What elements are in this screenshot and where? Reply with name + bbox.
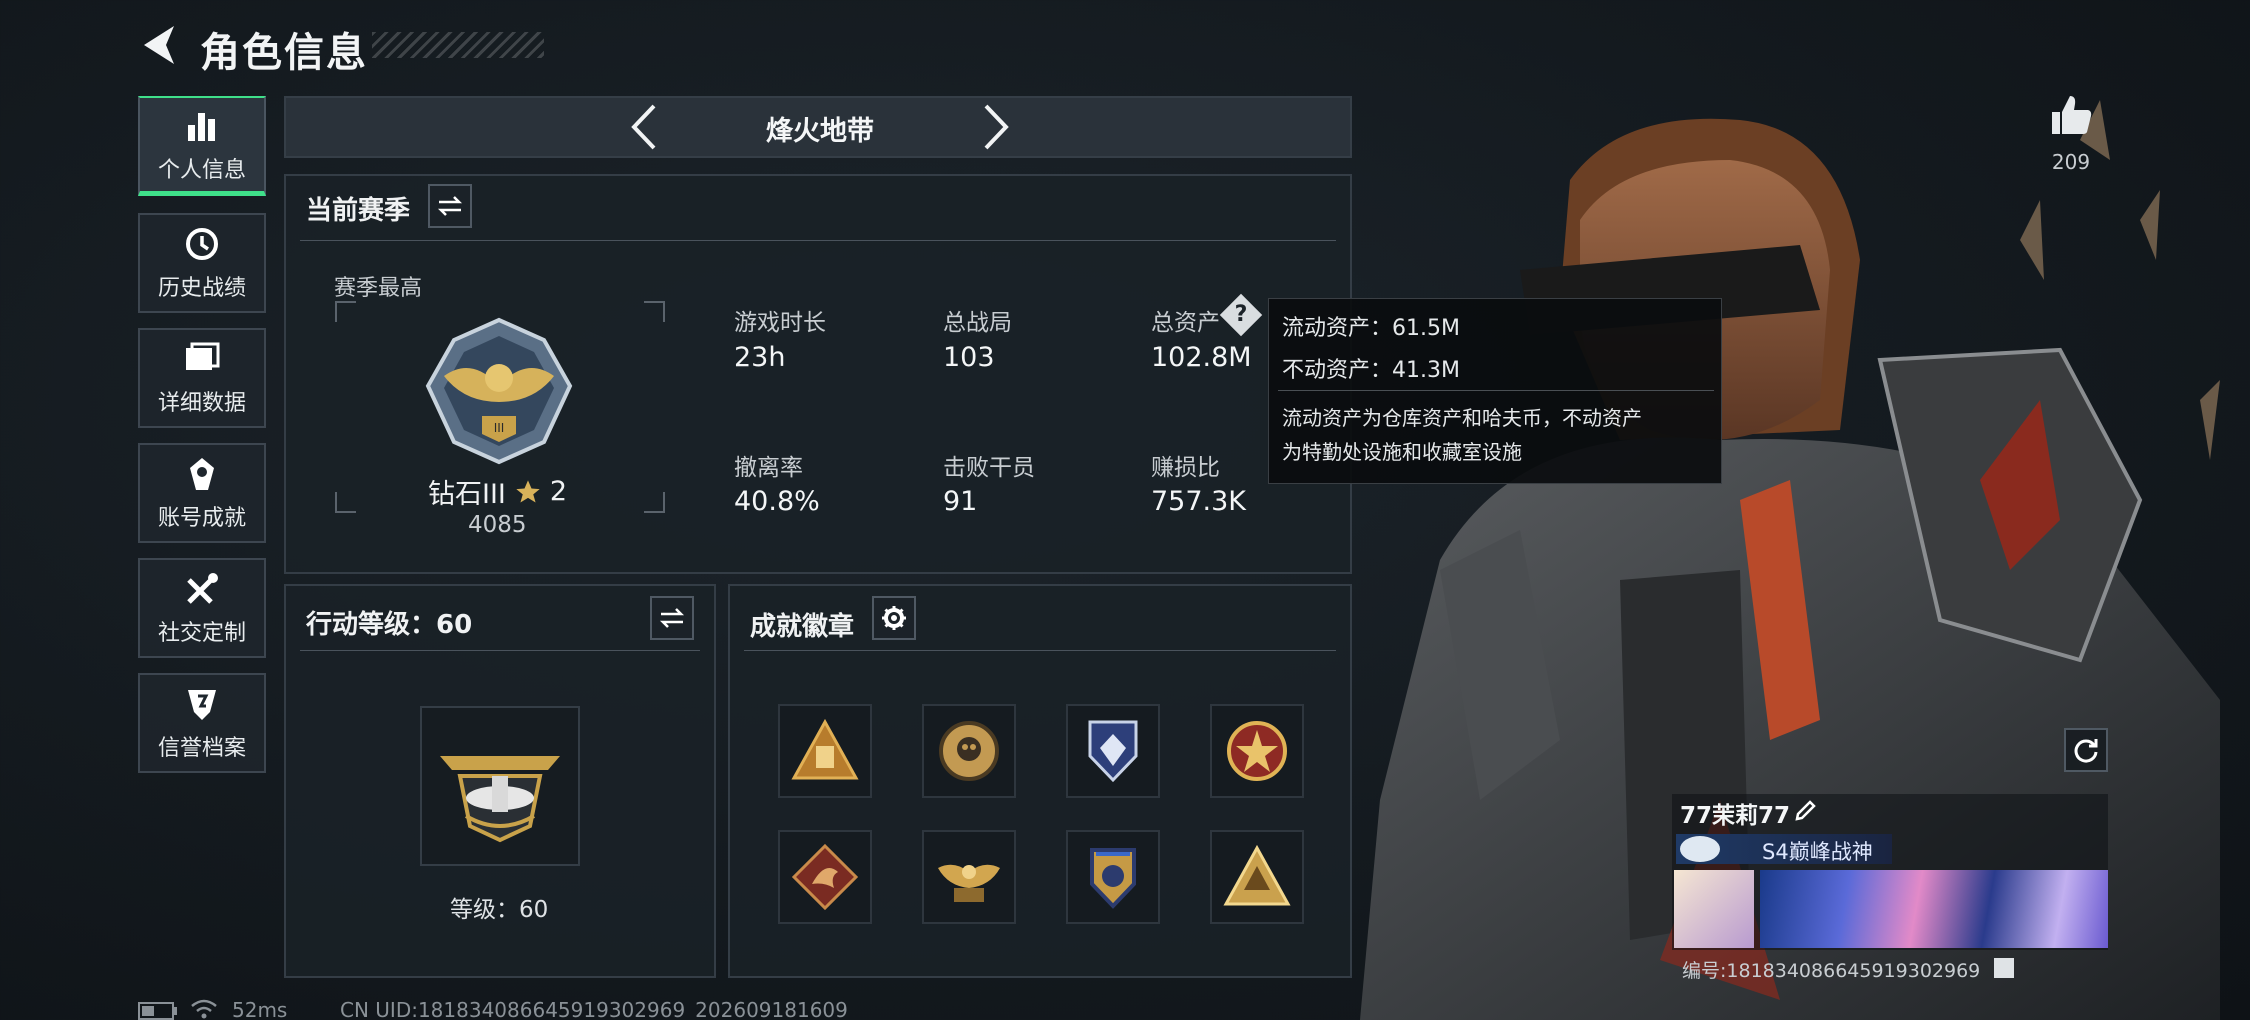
swap-icon — [659, 608, 685, 628]
stat-label-operators-defeated: 击败干员 — [943, 455, 1035, 481]
tooltip-divider — [1278, 390, 1714, 391]
achievement-badge[interactable] — [1210, 704, 1304, 798]
bar-chart-icon — [182, 106, 222, 146]
stat-label-extraction-rate: 撤离率 — [734, 455, 803, 481]
edit-icon[interactable] — [1794, 798, 1818, 822]
profile-banner[interactable] — [1760, 870, 2108, 948]
sidebar-item-label: 个人信息 — [157, 157, 246, 183]
achievements-settings-button[interactable] — [872, 596, 916, 640]
achievement-badge[interactable] — [922, 704, 1016, 798]
mode-tab-label: 烽火地带 — [766, 116, 874, 147]
sidebar-item-label: 信誉档案 — [157, 736, 246, 761]
season-title: 当前赛季 — [306, 196, 411, 226]
achievement-badge[interactable] — [778, 830, 872, 924]
action-level-switch-button[interactable] — [650, 596, 694, 640]
svg-text:III: III — [494, 421, 505, 435]
aircraft-badge-icon — [440, 756, 560, 843]
thumbs-up-icon[interactable] — [2048, 92, 2094, 138]
level-text: 等级：60 — [450, 897, 549, 923]
season-best-label: 赛季最高 — [334, 276, 423, 301]
season-switch-button[interactable] — [428, 184, 472, 228]
title-badge-text: S4巅峰战神 — [1762, 840, 1873, 864]
star-medal-badge-icon — [1227, 721, 1287, 781]
stat-value-extraction-rate: 40.8% — [734, 486, 820, 517]
ping-text: 52ms — [232, 998, 288, 1020]
rank-score: 4085 — [468, 512, 527, 538]
swap-icon — [437, 196, 463, 216]
stat-value-total-assets: 102.8M — [1151, 342, 1252, 373]
tools-icon — [182, 569, 222, 609]
sidebar-item-social-custom[interactable]: 社交定制 — [138, 558, 266, 658]
rank-name: 钻石III — [428, 479, 506, 510]
copy-icon[interactable] — [1994, 958, 2014, 978]
star-icon — [516, 479, 540, 502]
battery-icon — [138, 1002, 177, 1020]
eagle-badge-icon — [938, 864, 1000, 902]
gear-icon — [882, 606, 906, 630]
tooltip-liquid-assets: 流动资产：61.5M — [1282, 316, 1460, 341]
player-id: 编号:1818340866459193029​69 — [1682, 960, 1981, 982]
back-button[interactable] — [138, 22, 180, 68]
achievement-badge[interactable] — [778, 704, 872, 798]
sidebar-item-account-achievements[interactable]: 账号成就 — [138, 443, 266, 543]
stat-value-playtime: 23h — [734, 342, 786, 373]
stat-label-profit-loss: 赚损比 — [1151, 455, 1220, 481]
divider — [300, 650, 700, 651]
achievement-icon — [182, 454, 222, 494]
divider — [300, 240, 1336, 241]
title-badge-emblem-icon — [1680, 836, 1720, 862]
wifi-icon — [191, 999, 217, 1019]
stat-label-total-matches: 总战局 — [943, 310, 1012, 336]
back-arrow-icon — [144, 26, 174, 64]
sidebar-item-credit-file[interactable]: 信誉档案 — [138, 673, 266, 773]
folder-icon — [182, 339, 222, 379]
stat-value-profit-loss: 757.3K — [1151, 486, 1247, 517]
tooltip-description-line1: 流动资产为仓库资产和哈夫币，不动资产 — [1282, 406, 1642, 430]
history-icon — [182, 224, 222, 264]
triangle-badge-icon — [791, 718, 859, 780]
player-name: 77茉莉77 — [1680, 803, 1791, 829]
sidebar-item-label: 账号成就 — [157, 506, 246, 531]
stat-label-playtime: 游戏时长 — [734, 310, 826, 336]
avatar[interactable] — [1674, 870, 1754, 948]
sidebar-item-label: 详细数据 — [157, 391, 246, 416]
rank-emblem-icon: III — [425, 317, 573, 465]
skull-badge-icon — [939, 721, 999, 781]
achievement-badge[interactable] — [1066, 830, 1160, 924]
refresh-button[interactable] — [2064, 728, 2108, 772]
refresh-icon — [2074, 739, 2098, 763]
page-title: 角色信息 — [200, 30, 368, 76]
achievement-badge[interactable] — [1210, 830, 1304, 924]
chevron-right-icon — [984, 104, 1009, 150]
prev-mode-button[interactable] — [620, 102, 670, 152]
tooltip-description-line2: 为特勤处设施和收藏室设施 — [1282, 440, 1522, 464]
uid-text: CN UID:18183408664591930296​9_2026091816… — [340, 998, 848, 1020]
achievement-badge[interactable] — [1066, 704, 1160, 798]
shield-icon — [182, 684, 222, 724]
dragon-badge-icon — [791, 843, 859, 911]
achievements-title: 成就徽章 — [750, 612, 855, 642]
divider — [744, 650, 1336, 651]
next-mode-button[interactable] — [970, 102, 1020, 152]
blue-shield-badge-icon — [1090, 848, 1136, 909]
gold-triangle-badge-icon — [1223, 844, 1291, 906]
action-level-title: 行动等级：60 — [306, 610, 473, 640]
sidebar-item-detailed-data[interactable]: 详细数据 — [138, 328, 266, 428]
diamond-shield-badge-icon — [1088, 720, 1138, 783]
likes-count: 209 — [2051, 150, 2091, 174]
stat-value-total-matches: 103 — [943, 342, 995, 373]
help-question-mark: ? — [1234, 302, 1248, 327]
rank-stars: 2 — [549, 476, 568, 507]
sidebar-item-history[interactable]: 历史战绩 — [138, 213, 266, 313]
tooltip-fixed-assets: 不动资产：41.3M — [1282, 358, 1460, 383]
sidebar-item-label: 历史战绩 — [157, 276, 246, 301]
achievement-badge[interactable] — [922, 830, 1016, 924]
stat-label-total-assets: 总资产 — [1151, 310, 1220, 336]
rank-name-row: 钻石III 2 — [428, 472, 567, 511]
title-decoration — [372, 32, 544, 58]
sidebar-item-personal-info[interactable]: 个人信息 — [138, 96, 266, 196]
stat-value-operators-defeated: 91 — [943, 486, 978, 517]
sidebar-item-label: 社交定制 — [157, 621, 246, 646]
chevron-left-icon — [631, 104, 656, 150]
